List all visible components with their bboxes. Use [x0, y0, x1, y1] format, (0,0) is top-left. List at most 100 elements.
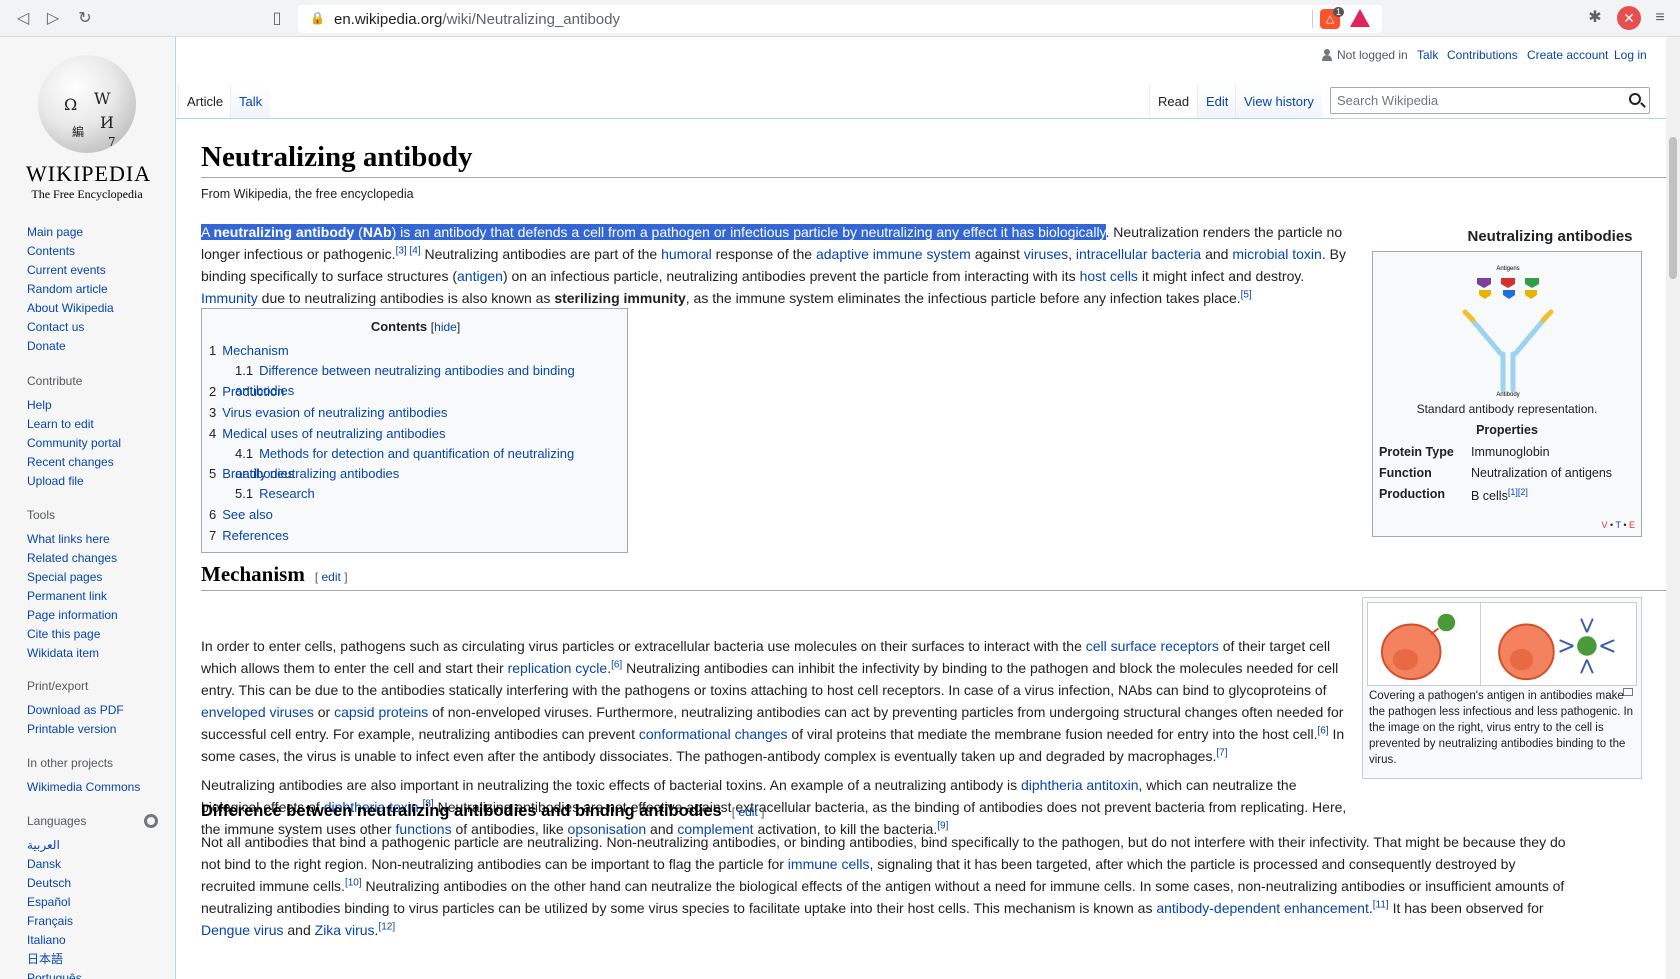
bookmark-icon[interactable]: ▯	[266, 8, 288, 30]
sidebar-item-what-links-here[interactable]: What links here	[27, 530, 118, 549]
link-adaptive-immune-system[interactable]: adaptive immune system	[816, 246, 971, 262]
view-template-link[interactable]: V	[1601, 520, 1607, 530]
toc-item[interactable]: 4 Medical uses of neutralizing antibodies	[209, 424, 446, 444]
sidebar-item-wikidata-item[interactable]: Wikidata item	[27, 644, 118, 663]
edit-template-link[interactable]: E	[1629, 520, 1635, 530]
lang-italiano[interactable]: Italiano	[27, 931, 86, 950]
link-immune-cells[interactable]: immune cells	[788, 856, 870, 872]
link-conformational-changes[interactable]: conformational changes	[639, 726, 788, 742]
link-viruses[interactable]: viruses	[1024, 246, 1068, 262]
link-capsid-proteins[interactable]: capsid proteins	[334, 704, 428, 720]
link-antibody[interactable]: antibody	[434, 224, 487, 240]
toc-item[interactable]: 6 See also	[209, 505, 273, 525]
sidebar-item-recent-changes[interactable]: Recent changes	[27, 453, 121, 472]
link-antigen[interactable]: antigen	[457, 268, 503, 284]
link-intracellular-bacteria[interactable]: intracellular bacteria	[1076, 246, 1201, 262]
tab-read[interactable]: Read	[1149, 85, 1198, 119]
forward-icon[interactable]: ▷	[42, 8, 64, 30]
link-cell-surface-receptors[interactable]: cell surface receptors	[1086, 638, 1219, 654]
sidebar-item-random-article[interactable]: Random article	[27, 280, 114, 299]
menu-icon[interactable]: ≡	[1650, 8, 1670, 28]
toc-item[interactable]: 3 Virus evasion of neutralizing antibodie…	[209, 403, 447, 423]
extensions-icon[interactable]: ✱	[1585, 8, 1605, 28]
toc-item[interactable]: 7 References	[209, 526, 289, 546]
brave-rewards-icon[interactable]	[1350, 9, 1370, 27]
link-diphtheria-antitoxin[interactable]: diphtheria antitoxin	[1021, 777, 1139, 793]
lang-japanese[interactable]: 日本語	[27, 950, 86, 969]
sidebar-item-special-pages[interactable]: Special pages	[27, 568, 118, 587]
neutralization-diagram-image[interactable]	[1367, 602, 1637, 686]
search-icon[interactable]	[1629, 93, 1641, 105]
ref-2[interactable]: [2]	[1518, 487, 1528, 497]
toc-item[interactable]: 1.1 Difference between neutralizing antib…	[235, 361, 627, 398]
toc-hide-link[interactable]: hide	[434, 320, 457, 334]
sidebar-item-download-pdf[interactable]: Download as PDF	[27, 701, 124, 720]
sidebar-item-community-portal[interactable]: Community portal	[27, 434, 121, 453]
link-enveloped-viruses[interactable]: enveloped viruses	[201, 704, 314, 720]
link-zika-virus[interactable]: Zika virus	[315, 922, 375, 938]
lang-espanol[interactable]: Español	[27, 893, 86, 912]
link-replication-cycle[interactable]: replication cycle	[508, 660, 608, 676]
profile-avatar-icon[interactable]: ✕	[1617, 6, 1641, 30]
link-immunity[interactable]: Immunity	[201, 290, 258, 306]
sidebar-item-main-page[interactable]: Main page	[27, 223, 114, 242]
ref-10[interactable]: [10]	[345, 877, 362, 888]
contributions-link[interactable]: Contributions	[1447, 48, 1518, 62]
lang-arabic[interactable]: العربية	[27, 836, 86, 855]
ref-12[interactable]: [12]	[378, 921, 395, 932]
sidebar-item-page-information[interactable]: Page information	[27, 606, 118, 625]
sidebar-item-cite-this-page[interactable]: Cite this page	[27, 625, 118, 644]
toc-item[interactable]: 5.1 Research	[235, 484, 315, 504]
sidebar-item-contact[interactable]: Contact us	[27, 318, 114, 337]
toc-item[interactable]: 1 Mechanism	[209, 341, 289, 361]
ref-1[interactable]: [1]	[1508, 487, 1518, 497]
link-ade[interactable]: antibody-dependent enhancement	[1156, 900, 1369, 916]
toc-item[interactable]: 5 Broadly neutralizing antibodies	[209, 464, 399, 484]
edit-section-link[interactable]: edit	[738, 805, 757, 819]
sidebar-item-upload-file[interactable]: Upload file	[27, 472, 121, 491]
create-account-link[interactable]: Create account	[1527, 48, 1608, 62]
lang-francais[interactable]: Français	[27, 912, 86, 931]
antibody-diagram-image[interactable]: Antigens Antibody	[1455, 258, 1561, 398]
ref-7[interactable]: [7]	[1216, 747, 1227, 758]
toc-item[interactable]: 2 Production	[209, 382, 284, 402]
sidebar-item-permanent-link[interactable]: Permanent link	[27, 587, 118, 606]
edit-section-link[interactable]: edit	[322, 570, 341, 584]
sidebar-item-printable-version[interactable]: Printable version	[27, 720, 124, 739]
reload-icon[interactable]: ↻	[74, 8, 96, 30]
sidebar-item-related-changes[interactable]: Related changes	[27, 549, 118, 568]
search-box[interactable]	[1330, 87, 1650, 114]
sidebar-item-donate[interactable]: Donate	[27, 337, 114, 356]
link-microbial-toxin[interactable]: microbial toxin	[1232, 246, 1321, 262]
sidebar-item-contents[interactable]: Contents	[27, 242, 114, 261]
scrollbar[interactable]	[1666, 37, 1680, 979]
address-bar[interactable]: 🔒 en.wikipedia.org/wiki/Neutralizing_ant…	[298, 5, 1382, 33]
ref-3[interactable]: [3]	[396, 245, 407, 256]
login-link[interactable]: Log in	[1614, 48, 1647, 62]
lang-portugues[interactable]: Português	[27, 969, 86, 979]
scrollbar-thumb[interactable]	[1669, 137, 1677, 279]
sidebar-item-wikimedia-commons[interactable]: Wikimedia Commons	[27, 778, 140, 797]
tab-talk[interactable]: Talk	[230, 85, 271, 119]
sidebar-item-learn-to-edit[interactable]: Learn to edit	[27, 415, 121, 434]
ref-4[interactable]: [4]	[409, 245, 420, 256]
link-dengue-virus[interactable]: Dengue virus	[201, 922, 284, 938]
talk-link[interactable]: Talk	[1417, 48, 1438, 62]
link-host-cells[interactable]: host cells	[1080, 268, 1138, 284]
lang-deutsch[interactable]: Deutsch	[27, 874, 86, 893]
ref-9[interactable]: [9]	[937, 820, 948, 831]
ref-5[interactable]: [5]	[1241, 289, 1252, 300]
link-humoral[interactable]: humoral	[661, 246, 712, 262]
talk-template-link[interactable]: T	[1615, 520, 1620, 530]
sidebar-item-about[interactable]: About Wikipedia	[27, 299, 114, 318]
ref-6[interactable]: [6]	[611, 659, 622, 670]
ref-11[interactable]: [11]	[1373, 899, 1389, 910]
toc-item[interactable]: 4.1 Methods for detection and quantificat…	[235, 444, 627, 481]
lang-dansk[interactable]: Dansk	[27, 855, 86, 874]
ref-6b[interactable]: [6]	[1317, 725, 1328, 736]
language-settings-gear-icon[interactable]	[144, 814, 158, 828]
tab-view-history[interactable]: View history	[1235, 85, 1322, 119]
link-pathogen[interactable]: pathogen	[652, 224, 710, 240]
sidebar-item-help[interactable]: Help	[27, 396, 121, 415]
url-text[interactable]: en.wikipedia.org/wiki/Neutralizing_antib…	[334, 11, 620, 28]
